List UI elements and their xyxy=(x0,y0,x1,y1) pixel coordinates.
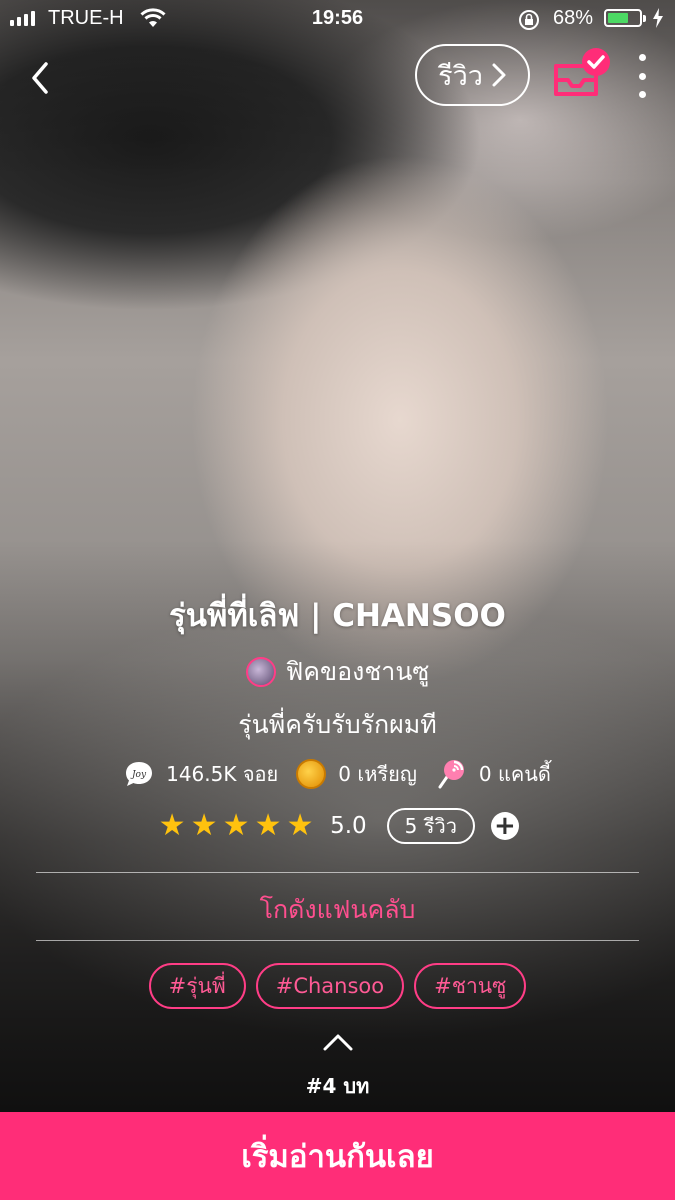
review-button-label: รีวิว xyxy=(438,60,483,92)
start-reading-button[interactable]: เริ่มอ่านกันเลย xyxy=(0,1112,675,1200)
review-button[interactable]: รีวิว xyxy=(415,44,530,106)
story-tagline: รุ่นพี่ครับรับรักผมที xyxy=(238,710,437,739)
star-rating: ★ ★ ★ ★ ★ xyxy=(156,811,316,841)
coin-icon xyxy=(296,759,327,789)
star-icon: ★ xyxy=(254,808,282,843)
rating-value: 5.0 xyxy=(330,813,367,839)
add-to-library-icon[interactable] xyxy=(550,46,610,102)
review-count-button[interactable]: 5 รีวิว xyxy=(386,808,475,844)
star-icon: ★ xyxy=(190,808,218,843)
joy-count: 146.5K จอย xyxy=(166,762,279,786)
svg-text:Joy: Joy xyxy=(130,770,147,780)
divider-top xyxy=(36,872,639,873)
star-icon: ★ xyxy=(158,808,186,843)
battery-percent: 68% xyxy=(553,7,594,29)
star-icon: ★ xyxy=(286,808,314,843)
rotation-lock-icon xyxy=(519,10,539,30)
chevron-up-icon[interactable] xyxy=(322,1032,354,1052)
tag-chip[interactable]: #รุ่นพี่ xyxy=(148,963,246,1009)
stats-row: Joy 146.5K จอย 0 เหรียญ 0 แคนดี้ xyxy=(0,758,675,790)
status-bar: TRUE-H 19:56 68% xyxy=(0,0,675,38)
candy-icon xyxy=(438,760,464,789)
author-row[interactable]: ฟิคของชานซู xyxy=(0,652,675,692)
chapter-count: #4 บท xyxy=(305,1074,370,1098)
coin-count: 0 เหรียญ xyxy=(338,762,417,786)
battery-icon xyxy=(604,9,646,27)
tag-chip[interactable]: #ชานซู xyxy=(414,963,527,1009)
more-options-icon[interactable] xyxy=(630,54,654,98)
back-icon[interactable] xyxy=(24,58,58,98)
tag-chip[interactable]: #Chansoo xyxy=(255,963,405,1009)
add-review-button[interactable]: + xyxy=(490,812,519,840)
divider-bottom xyxy=(36,940,639,941)
avatar xyxy=(245,657,276,687)
candy-count: 0 แคนดี้ xyxy=(478,762,551,786)
tag-list: #รุ่นพี่ #Chansoo #ชานซู xyxy=(0,963,675,1009)
chevron-right-icon xyxy=(492,63,506,87)
star-icon: ★ xyxy=(222,808,250,843)
fanclub-link[interactable]: โกดังแฟนคลับ xyxy=(0,890,675,930)
author-name: ฟิคของชานซู xyxy=(285,657,430,686)
charging-icon xyxy=(653,8,663,28)
joy-icon: Joy xyxy=(126,762,153,786)
rating-row: ★ ★ ★ ★ ★ 5.0 5 รีวิว + xyxy=(0,808,675,844)
story-title: รุ่นพี่ที่เลิฟ | CHANSOO xyxy=(169,598,506,634)
